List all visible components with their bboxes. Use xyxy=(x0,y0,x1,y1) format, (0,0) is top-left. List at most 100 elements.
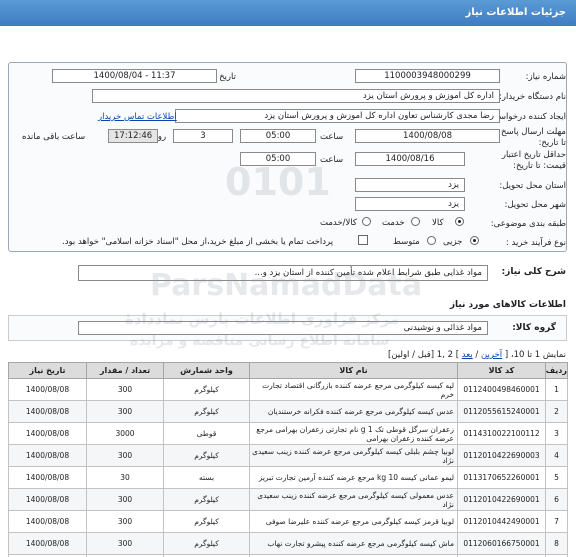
goods-group-label: گروه کالا: xyxy=(512,323,556,333)
process-radio-partial[interactable] xyxy=(470,236,479,245)
cell-name: لیمو عمانی کیسه kg 10 مرجع عرضه کننده آر… xyxy=(249,466,458,489)
col-header-row-num: ردیف xyxy=(545,362,568,379)
treasury-payment-checkbox[interactable] xyxy=(358,235,368,245)
announce-datetime-field: 1400/08/04 - 11:37 xyxy=(52,69,217,83)
goods-table: ردیف کد کالا نام کالا واحد شمارش تعداد /… xyxy=(8,362,568,557)
cell-quantity: 30 xyxy=(86,466,164,489)
header-bar: جزئیات اطلاعات نیاز xyxy=(0,0,576,26)
cell-row-num: 4 xyxy=(545,444,568,467)
cell-date: 1400/08/08 xyxy=(8,422,87,445)
page-title: جزئیات اطلاعات نیاز xyxy=(465,7,566,18)
need-number-label: شماره نیاز: xyxy=(525,72,566,82)
cell-quantity: 300 xyxy=(86,510,164,533)
cell-name: لوبیا چشم بلبلی کیسه کیلوگرمی مرجع عرضه … xyxy=(249,444,458,467)
col-header-date: تاریخ نیاز xyxy=(8,362,87,379)
cell-quantity: 300 xyxy=(86,378,164,401)
buyer-org-label: نام دستگاه خریدار: xyxy=(499,92,566,102)
send-deadline-label: مهلت ارسال پاسخ: تا تاریخ: xyxy=(498,127,566,148)
cell-unit: کیلوگرم xyxy=(163,532,250,555)
cell-row-num: 5 xyxy=(545,466,568,489)
goods-section-title: اطلاعات کالاهای مورد نیاز xyxy=(449,300,566,310)
cell-code: 0112010422690003 xyxy=(457,444,546,467)
cell-date: 1400/08/08 xyxy=(8,532,87,555)
table-row: 2 0112055615240001 عدس کیسه کیلوگرمی مرجع … xyxy=(8,400,568,423)
cell-row-num: 6 xyxy=(545,488,568,511)
province-label: استان محل تحویل: xyxy=(499,181,566,191)
goods-table-header-row: ردیف کد کالا نام کالا واحد شمارش تعداد /… xyxy=(8,362,568,379)
category-radio-goods-service[interactable] xyxy=(362,217,371,226)
cell-quantity: 300 xyxy=(86,532,164,555)
pagination: نمایش 1 تا 10، [ آخرین / بعد ] 2 ,1 [قبل… xyxy=(388,350,566,360)
category-radio-goods[interactable] xyxy=(455,217,464,226)
validity-time-field: 05:00 xyxy=(240,152,316,166)
cell-name: لوبیا قرمز کیسه کیلوگرمی مرجع عرضه کننده… xyxy=(249,510,458,533)
send-time-field: 05:00 xyxy=(240,129,316,143)
paging-next-link[interactable]: بعد xyxy=(462,350,473,360)
paging-last-link[interactable]: آخرین xyxy=(481,350,502,360)
cell-unit: کیلوگرم xyxy=(163,400,250,423)
category-option-goods-service: کالا/خدمت xyxy=(320,218,357,228)
remaining-label: ساعت باقی مانده xyxy=(22,132,86,142)
table-row: 1 0112400498460001 لپه کیسه کیلوگرمی مرجع … xyxy=(8,378,568,401)
cell-unit: کیلوگرم xyxy=(163,488,250,511)
cell-code: 0112400498460001 xyxy=(457,378,546,401)
table-row: 6 0112010422690001 عدس معمولی کیسه کیلوگرم… xyxy=(8,488,568,511)
cell-date: 1400/08/08 xyxy=(8,378,87,401)
cell-code: 0113170652260001 xyxy=(457,466,546,489)
process-radio-medium[interactable] xyxy=(427,236,436,245)
cell-code: 0112010442490001 xyxy=(457,510,546,533)
cell-code: 0114310022100112 xyxy=(457,422,546,445)
paging-pages[interactable]: ] 2 ,1 xyxy=(437,350,459,360)
cell-quantity: 300 xyxy=(86,444,164,467)
cell-code: 0112055615240001 xyxy=(457,400,546,423)
cell-row-num: 7 xyxy=(545,510,568,533)
cell-row-num: 3 xyxy=(545,422,568,445)
cell-name: لپه کیسه کیلوگرمی مرجع عرضه کننده بازرگا… xyxy=(249,378,458,401)
creator-field: رضا مجدی کارشناس تعاون اداره کل اموزش و … xyxy=(175,109,500,123)
price-validity-label: حداقل تاریخ اعتبار قیمت: تا تاریخ: xyxy=(501,150,566,171)
cell-row-num: 8 xyxy=(545,532,568,555)
table-row: 7 0112010442490001 لوبیا قرمز کیسه کیلوگرم… xyxy=(8,510,568,533)
category-radio-service[interactable] xyxy=(411,217,420,226)
buyer-org-field: اداره کل اموزش و پرورش استان یزد xyxy=(92,89,500,103)
paging-suffix: [قبل / اولین] xyxy=(388,350,435,360)
cell-name: زعفران سرگل قوطی تک g 1 نام تجارتی زعفرا… xyxy=(249,422,458,445)
category-option-service: خدمت xyxy=(382,218,405,228)
cell-quantity: 300 xyxy=(86,488,164,511)
col-header-unit: واحد شمارش xyxy=(163,362,250,379)
cell-name: ماش کیسه کیلوگرمی مرجع عرضه کننده پیشرو … xyxy=(249,532,458,555)
city-field: یزد xyxy=(355,197,465,211)
table-row: 5 0113170652260001 لیمو عمانی کیسه kg 10 م… xyxy=(8,466,568,489)
cell-unit: کیلوگرم xyxy=(163,510,250,533)
city-label: شهر محل تحویل: xyxy=(504,200,566,210)
remaining-time-field: 17:12:46 xyxy=(108,129,158,143)
need-description-label: شرح کلی نیاز: xyxy=(501,267,566,277)
category-option-goods: کالا xyxy=(432,218,444,228)
cell-unit: بسته xyxy=(163,466,250,489)
table-row: 3 0114310022100112 زعفران سرگل قوطی تک g 1… xyxy=(8,422,568,445)
cell-quantity: 300 xyxy=(86,400,164,423)
col-header-code: کد کالا xyxy=(457,362,546,379)
cell-row-num: 2 xyxy=(545,400,568,423)
days-field: 3 xyxy=(173,129,233,143)
col-header-name: نام کالا xyxy=(249,362,458,379)
table-row: 4 0112010422690003 لوبیا چشم بلبلی کیسه کی… xyxy=(8,444,568,467)
need-number-field: 1100003948000299 xyxy=(355,69,500,83)
process-option-partial: جزیی xyxy=(443,237,463,247)
cell-code: 0112010422690001 xyxy=(457,488,546,511)
send-date-field: 1400/08/08 xyxy=(355,129,500,143)
cell-row-num: 1 xyxy=(545,378,568,401)
cell-date: 1400/08/08 xyxy=(8,488,87,511)
need-description-field: مواد غذایی طبق شرایط اعلام شده تأمین کنن… xyxy=(78,265,488,281)
cell-date: 1400/08/08 xyxy=(8,444,87,467)
treasury-payment-note: پرداخت تمام یا بخشی از مبلغ خرید،از محل … xyxy=(62,237,334,247)
validity-date-field: 1400/08/16 xyxy=(355,152,465,166)
province-field: یزد xyxy=(355,178,465,192)
cell-unit: کیلوگرم xyxy=(163,444,250,467)
cell-date: 1400/08/08 xyxy=(8,510,87,533)
cell-quantity: 3000 xyxy=(86,422,164,445)
cell-name: عدس کیسه کیلوگرمی مرجع عرضه کننده فکرانه… xyxy=(249,400,458,423)
cell-unit: قوطی xyxy=(163,422,250,445)
buyer-contact-link[interactable]: اطلاعات تماس خریدار xyxy=(98,112,177,122)
category-label: طبقه بندی موضوعی: xyxy=(490,219,566,229)
